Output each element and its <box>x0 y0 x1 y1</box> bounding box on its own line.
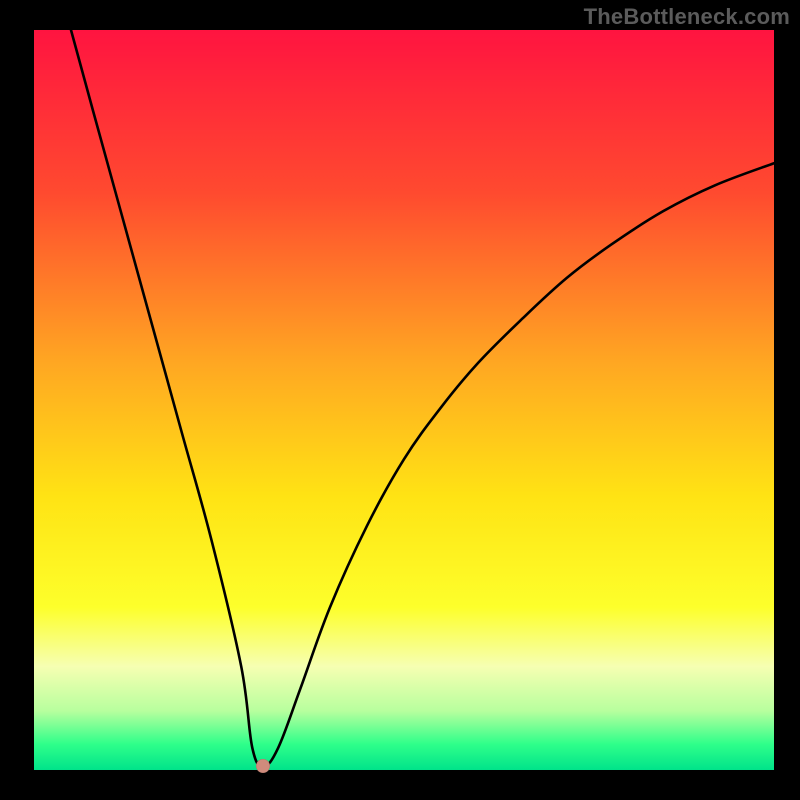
watermark-text: TheBottleneck.com <box>584 4 790 30</box>
chart-frame: TheBottleneck.com <box>0 0 800 800</box>
optimal-point-marker <box>256 759 270 773</box>
chart-svg <box>34 30 774 770</box>
plot-area <box>34 30 774 770</box>
chart-background <box>34 30 774 770</box>
